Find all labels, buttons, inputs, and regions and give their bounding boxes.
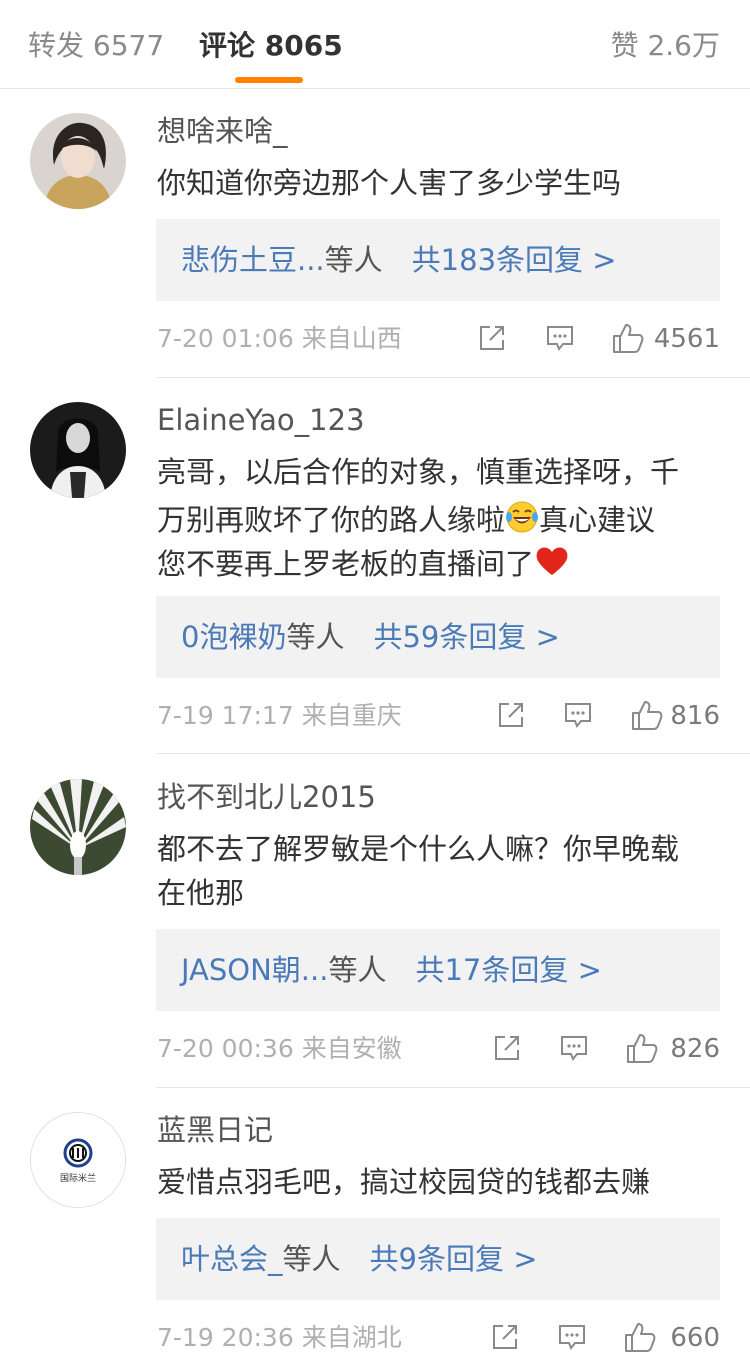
comment-text-segment: 真心建议 [539,503,656,537]
comment-source: 来自湖北 [301,1323,402,1352]
tab-comments[interactable]: 评论 8065 [199,26,343,66]
comment-text-line: 万别再败坏了你的路人缘啦 真心建议 [157,500,717,544]
comment-icon[interactable] [546,325,574,355]
reply-mid: 等人 [324,243,383,277]
share-icon[interactable] [497,701,525,733]
reply-mid: 等人 [286,620,345,654]
comment-text: 爱惜点羽毛吧，搞过校园贷的钱都去赚 [157,1165,651,1199]
username[interactable]: 找不到北儿2015 [157,777,376,817]
comment-icon[interactable] [564,702,592,732]
thumbs-up-icon[interactable] [612,322,644,358]
reply-users[interactable]: JASON朝... [181,953,328,987]
divider [156,753,750,754]
reply-summary-text: 0泡裸奶等人 共59条回复 > [181,617,560,657]
share-icon[interactable] [493,1034,521,1066]
reply-summary-text: 叶总会_等人 共9条回复 > [181,1239,538,1279]
comment-icon[interactable] [560,1035,588,1065]
reply-summary[interactable]: 0泡裸奶等人 共59条回复 > [156,596,720,678]
comment-text: 都不去了解罗敏是个什么人嘛？你早晚载 在他那 [157,829,717,913]
comment-time: 7-20 00:36 [157,1034,294,1063]
reply-count[interactable]: 共183条回复 > [412,243,617,277]
divider [156,1087,750,1088]
avatar[interactable]: 国际米兰 [30,1112,126,1208]
thumbs-up-icon[interactable] [626,1032,658,1068]
comment-meta: 7-19 17:17 来自重庆 [157,699,402,733]
username[interactable]: 蓝黑日记 [157,1110,273,1150]
reply-summary[interactable]: JASON朝...等人 共17条回复 > [156,929,720,1011]
reply-count[interactable]: 共59条回复 > [373,620,559,654]
comment-source: 来自重庆 [301,701,402,730]
reply-summary[interactable]: 叶总会_等人 共9条回复 > [156,1218,720,1300]
reply-summary[interactable]: 悲伤土豆...等人 共183条回复 > [156,219,720,301]
share-icon[interactable] [491,1323,519,1355]
laughing-tears-emoji [505,500,539,544]
comment-meta: 7-20 01:06 来自山西 [157,322,402,356]
comment-source: 来自山西 [301,324,402,353]
active-tab-indicator [235,77,303,83]
comment-tabs: 转发 6577 评论 8065 赞 2.6万 [0,0,750,89]
tab-repost[interactable]: 转发 6577 [28,26,164,66]
reply-summary-text: JASON朝...等人 共17条回复 > [181,950,602,990]
reply-users[interactable]: 悲伤土豆... [181,243,325,277]
comment-text-line: 都不去了解罗敏是个什么人嘛？你早晚载 [157,832,680,866]
reply-users[interactable]: 0泡裸奶 [181,620,286,654]
reply-mid: 等人 [328,953,387,987]
like-count: 816 [670,701,720,731]
reply-users[interactable]: 叶总会_ [181,1242,283,1276]
thumbs-up-icon[interactable] [631,699,663,735]
comment-time: 7-20 01:06 [157,324,294,353]
comment-text-segment: 您不要再上罗老板的直播间了 [157,547,535,581]
comment-meta: 7-20 00:36 来自安徽 [157,1032,402,1066]
thumbs-up-icon[interactable] [624,1321,656,1357]
comment-time: 7-19 20:36 [157,1323,294,1352]
username[interactable]: 想啥来啥_ [157,111,288,151]
divider [156,377,750,378]
reply-count[interactable]: 共9条回复 > [370,1242,538,1276]
comment-text-line: 亮哥，以后合作的对象，慎重选择呀，千 [157,455,680,489]
reply-count[interactable]: 共17条回复 > [415,953,601,987]
comment-text: 亮哥，以后合作的对象，慎重选择呀，千 万别再败坏了你的路人缘啦 真心建议 您不要… [157,452,717,587]
avatar[interactable] [30,113,126,209]
like-count: 4561 [653,324,720,354]
red-heart-emoji [534,545,570,587]
avatar[interactable] [30,402,126,498]
comment-text: 你知道你旁边那个人害了多少学生吗 [157,166,622,200]
share-icon[interactable] [478,324,506,356]
like-count: 826 [670,1034,720,1064]
avatar-caption: 国际米兰 [59,1174,96,1184]
reply-summary-text: 悲伤土豆...等人 共183条回复 > [181,240,617,280]
comment-text-segment: 万别再败坏了你的路人缘啦 [157,503,506,537]
avatar[interactable] [30,779,126,875]
comment-source: 来自安徽 [301,1034,402,1063]
comment-text-line: 在他那 [157,876,245,910]
tab-likes[interactable]: 赞 2.6万 [611,26,720,66]
username[interactable]: ElaineYao_123 [157,400,365,440]
comment-text-line: 您不要再上罗老板的直播间了 [157,544,717,587]
reply-mid: 等人 [282,1242,341,1276]
comment-time: 7-19 17:17 [157,701,294,730]
